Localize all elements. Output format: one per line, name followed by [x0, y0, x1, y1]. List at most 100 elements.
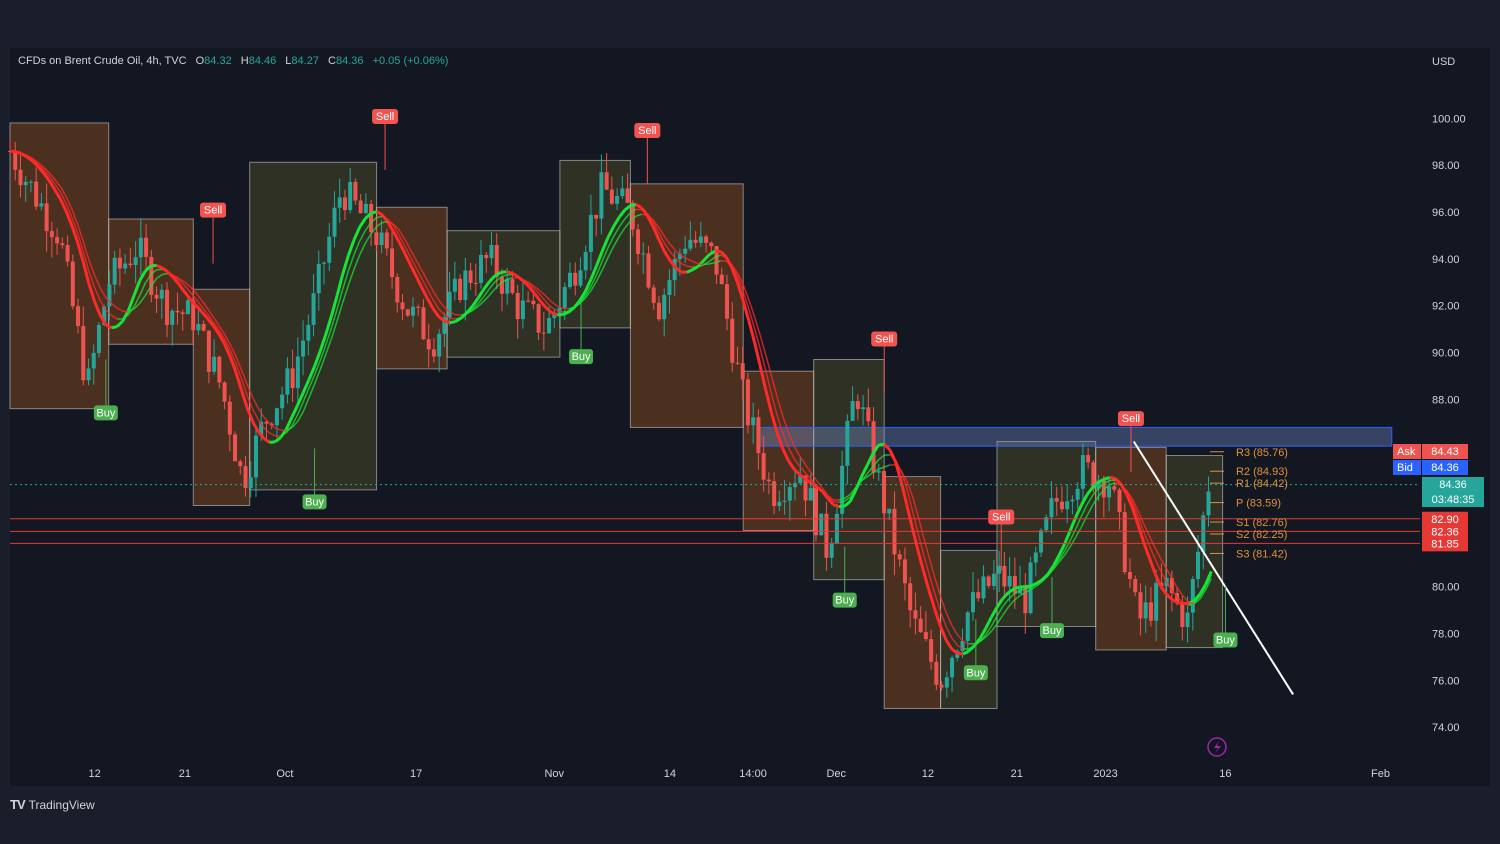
candle-body — [970, 592, 975, 613]
symbol-legend[interactable]: CFDs on Brent Crude Oil, 4h, TVC O84.32 … — [18, 55, 448, 67]
ema-segment — [686, 265, 693, 268]
candle-body — [180, 312, 185, 315]
candle-body — [55, 237, 60, 244]
candle-body — [991, 573, 996, 586]
candle-body — [458, 278, 463, 301]
candle-body — [976, 592, 981, 599]
x-tick-label: 2023 — [1093, 768, 1117, 780]
candle-body — [369, 203, 374, 233]
ema-segment — [449, 320, 456, 325]
y-tick-label: 98.00 — [1432, 160, 1460, 172]
candle-body — [636, 229, 641, 254]
candle-body — [39, 203, 44, 207]
signal-label: Buy — [305, 496, 324, 508]
candle-body — [170, 310, 175, 325]
candle-body — [808, 488, 813, 501]
candle-body — [154, 294, 159, 299]
candle-body — [390, 248, 395, 277]
candle-body — [902, 559, 907, 584]
candle-body — [887, 508, 892, 514]
x-tick-label: 14:00 — [739, 768, 767, 780]
candle-body — [541, 332, 546, 334]
x-tick-label: Nov — [544, 768, 564, 780]
candle-body — [379, 232, 384, 246]
candle-body — [1122, 512, 1127, 573]
candle-body — [410, 306, 415, 316]
candle-body — [719, 274, 724, 285]
candle-body — [1112, 486, 1117, 490]
candle-body — [850, 401, 855, 421]
signal-label: Buy — [572, 351, 591, 363]
y-tick-label: 80.00 — [1432, 582, 1460, 594]
candle-body — [918, 618, 923, 632]
candle-body — [882, 471, 887, 514]
candle-body — [217, 356, 222, 383]
candle-body — [897, 554, 902, 560]
candle-body — [1127, 572, 1132, 579]
candle-body — [384, 232, 389, 249]
ema-segment — [500, 270, 507, 274]
candle-body — [782, 500, 787, 502]
signal-label: Sell — [875, 333, 893, 345]
candle-body — [824, 513, 829, 558]
candle-body — [463, 270, 468, 301]
ema-segment — [630, 203, 637, 208]
candle-body — [274, 408, 279, 426]
candle-body — [44, 203, 49, 232]
candle-body — [431, 349, 436, 357]
currency-label[interactable]: USD — [1432, 56, 1455, 68]
y-tick-label: 94.00 — [1432, 254, 1460, 266]
candle-body — [337, 197, 342, 208]
ema-segment — [382, 221, 388, 224]
ema-segment — [505, 270, 513, 275]
candle-body — [49, 231, 54, 238]
candle-body — [23, 181, 28, 186]
candle-body — [609, 189, 614, 204]
signal-label: Sell — [638, 125, 656, 137]
candle-body — [1196, 551, 1201, 580]
tradingview-brand[interactable]: TV TradingView — [10, 797, 95, 812]
candle-body — [698, 236, 703, 243]
candle-body — [416, 306, 421, 308]
candle-body — [950, 657, 955, 678]
candle-body — [165, 289, 170, 325]
candle-body — [1117, 489, 1122, 513]
ema-segment — [1177, 601, 1184, 605]
candle-body — [76, 306, 81, 327]
candle-body — [96, 324, 101, 353]
candle-body — [793, 483, 798, 488]
candle-body — [588, 214, 593, 252]
candle-body — [489, 244, 494, 259]
candle-body — [567, 272, 572, 288]
signal-label: Buy — [1043, 625, 1062, 637]
ema-segment — [878, 442, 885, 447]
candle-body — [1054, 498, 1059, 502]
candle-body — [1133, 578, 1138, 593]
candle-body — [693, 239, 698, 243]
candle-body — [1143, 602, 1148, 619]
candle-body — [185, 300, 190, 315]
ask-label: Ask — [1397, 446, 1416, 458]
candle-body — [91, 352, 96, 369]
candle-body — [651, 287, 656, 303]
candle-body — [939, 684, 944, 688]
candle-body — [604, 172, 609, 190]
candle-body — [1002, 565, 1007, 587]
ema-segment — [838, 504, 845, 509]
ask-price: 84.43 — [1431, 446, 1459, 458]
candle-body — [756, 417, 761, 454]
candle-body — [363, 203, 368, 214]
chart-frame: R3 (85.76) R2 (84.93) R1 (84.42) P (83.59) S… — [0, 0, 1500, 844]
y-tick-label: 74.00 — [1432, 722, 1460, 734]
price-chart[interactable]: R3 (85.76) R2 (84.93)R1 (84.42) P (83.59) S… — [0, 0, 1500, 844]
signal-label: Sell — [376, 111, 394, 123]
candle-body — [159, 289, 164, 299]
candle-body — [1180, 602, 1185, 627]
x-tick-label: 21 — [179, 768, 191, 780]
candle-body — [484, 254, 489, 259]
candle-body — [479, 254, 484, 283]
candle-body — [86, 368, 91, 381]
signal-label: Buy — [835, 595, 854, 607]
candle-body — [520, 300, 525, 320]
candle-body — [599, 172, 604, 219]
